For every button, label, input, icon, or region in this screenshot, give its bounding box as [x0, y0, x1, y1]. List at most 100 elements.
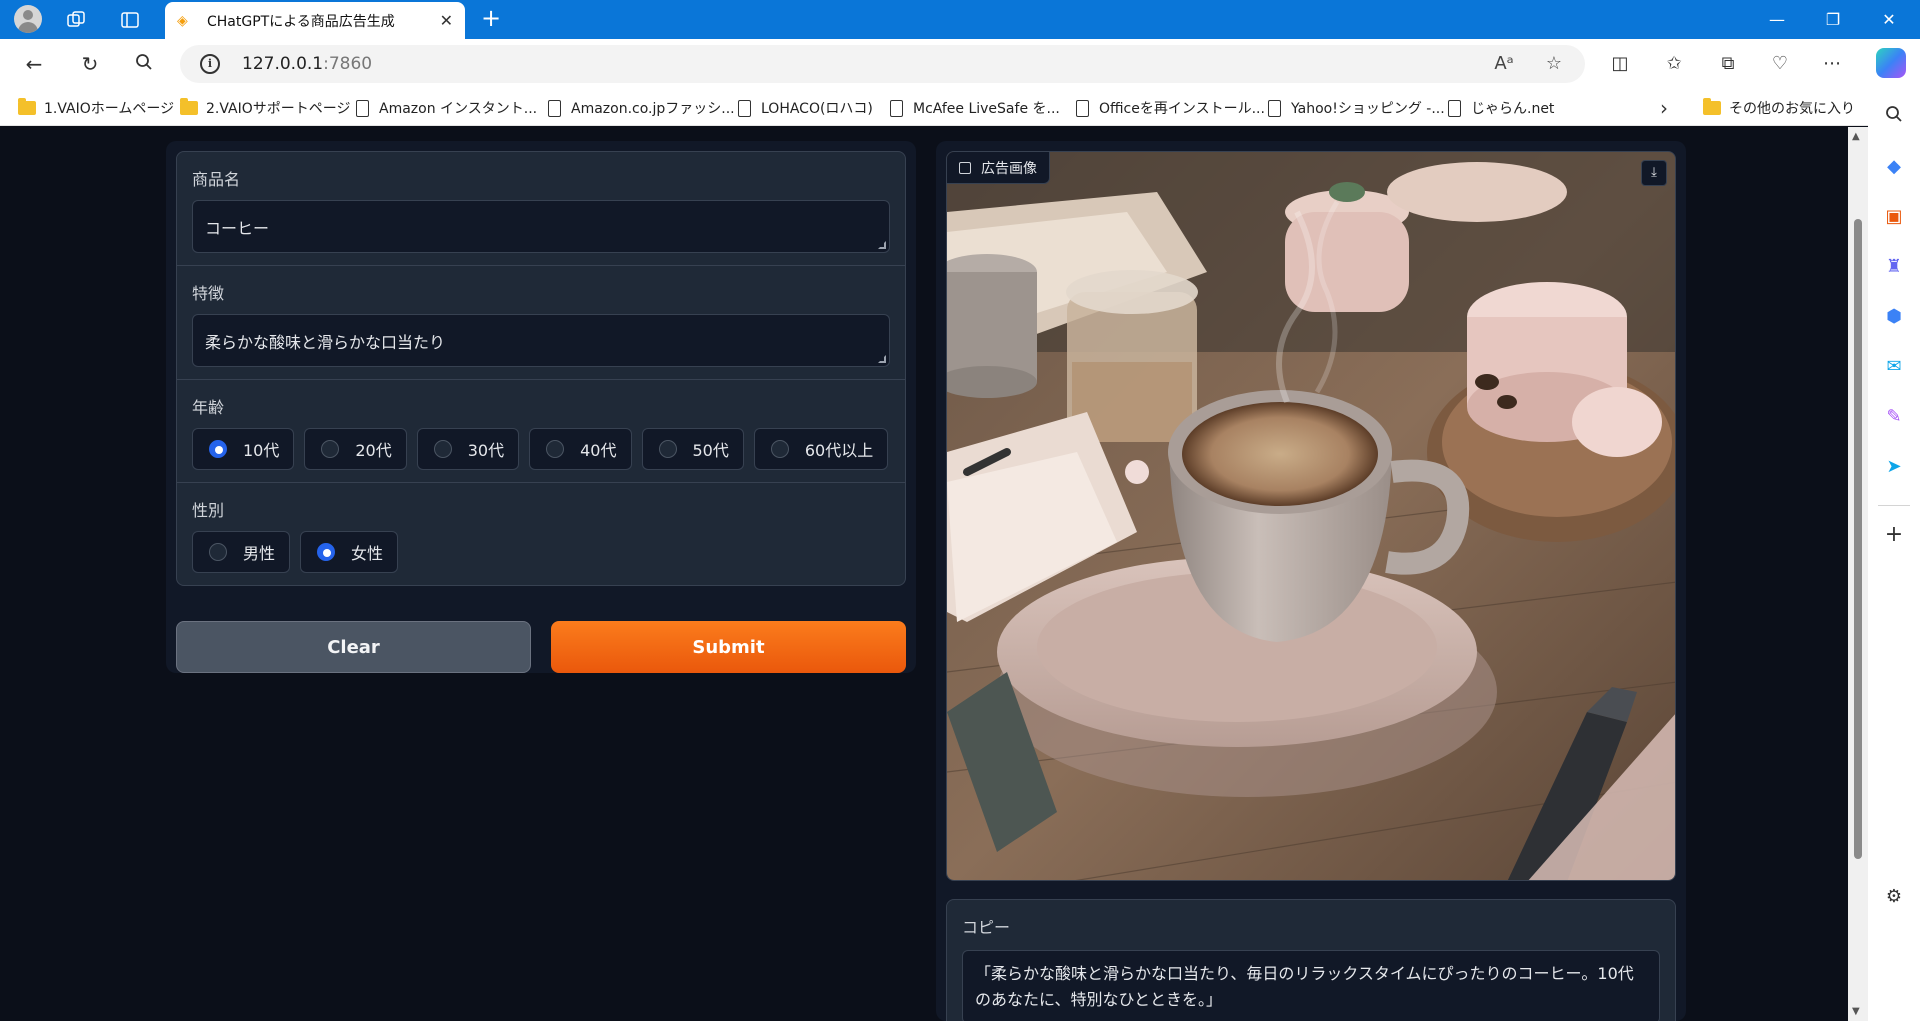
settings-more-icon[interactable]: ⋯ — [1818, 50, 1846, 78]
input-column: 商品名 コーヒー 特徴 柔らかな酸味と滑らかな口当たり 年齢 10代 20代 30代… — [166, 141, 916, 673]
submit-button[interactable]: Submit — [551, 621, 906, 673]
age-radio-option[interactable]: 40代 — [529, 428, 632, 470]
features-block: 特徴 柔らかな酸味と滑らかな口当たり — [177, 266, 905, 380]
bookmark-label: Amazon インスタント... — [379, 101, 538, 117]
bookmark-label: Officeを再インストール... — [1099, 101, 1265, 117]
ad-image-panel: 広告画像 ⤓ — [946, 151, 1676, 881]
shopping-tag-icon[interactable]: ◆ — [1882, 155, 1906, 179]
product-name-block: 商品名 コーヒー — [177, 152, 905, 266]
browser-essentials-icon[interactable]: ♡ — [1766, 50, 1794, 78]
favorites-icon[interactable]: ✩ — [1660, 50, 1688, 78]
product-name-value: コーヒー — [205, 219, 270, 238]
sidebar-search-icon[interactable] — [1882, 105, 1906, 129]
tab-title: CHatGPTによる商品広告生成 — [207, 13, 395, 30]
tab-close-icon[interactable]: ✕ — [440, 11, 453, 30]
tools-icon[interactable]: ▣ — [1882, 205, 1906, 229]
resize-handle-icon[interactable] — [878, 355, 886, 363]
bookmark-label: その他のお気に入り — [1729, 101, 1855, 117]
folder-icon — [1703, 98, 1721, 115]
collections-icon[interactable]: ⧉ — [1714, 50, 1742, 78]
window-close-icon[interactable]: ✕ — [1866, 6, 1912, 34]
bookmark-folder[interactable]: 1.VAIOホームページ — [18, 98, 174, 118]
age-radio-option[interactable]: 30代 — [416, 428, 520, 470]
resize-handle-icon[interactable] — [878, 241, 886, 249]
add-sidebar-app-icon[interactable]: + — [1882, 523, 1906, 547]
bookmarks-bar: 1.VAIOホームページ 2.VAIOサポートページ Amazon インスタント… — [0, 89, 1920, 126]
radio-circle-icon — [321, 440, 340, 458]
folder-icon — [180, 98, 198, 115]
tab-favicon-icon: ◈ — [177, 12, 188, 29]
new-tab-icon[interactable]: + — [478, 6, 504, 32]
restore-icon[interactable]: ❐ — [1810, 6, 1856, 34]
bookmark-label: Amazon.co.jpファッシ... — [571, 101, 735, 117]
refresh-icon[interactable]: ↻ — [76, 50, 104, 78]
browser-tab-active[interactable]: ◈ CHatGPTによる商品広告生成 ✕ — [165, 2, 465, 39]
bookmark-item[interactable]: Officeを再インストール... — [1076, 98, 1265, 118]
bookmark-label: 2.VAIOサポートページ — [206, 101, 351, 117]
profile-avatar-icon[interactable] — [14, 5, 42, 33]
bookmark-folder[interactable]: 2.VAIOサポートページ — [180, 98, 350, 118]
bookmark-item[interactable]: McAfee LiveSafe を... — [890, 98, 1060, 118]
copy-panel: コピー 「柔らかな酸味と滑らかな口当たり、毎日のリラックスタイムにぴったりのコー… — [946, 899, 1676, 1021]
radio-circle-icon — [546, 440, 565, 458]
scroll-up-icon[interactable]: ▲ — [1852, 131, 1860, 142]
copy-output-text[interactable]: 「柔らかな酸味と滑らかな口当たり、毎日のリラックスタイムにぴったりのコーヒー。1… — [962, 950, 1660, 1021]
scroll-down-icon[interactable]: ▼ — [1852, 1006, 1860, 1017]
workspaces-icon[interactable] — [64, 8, 88, 32]
age-block: 年齢 10代 20代 30代 40代 50代 60代以上 — [177, 380, 905, 483]
gender-radio-option[interactable]: 男性 — [192, 531, 291, 573]
radio-circle-icon — [433, 440, 452, 458]
download-icon[interactable]: ⤓ — [1641, 160, 1667, 186]
clear-button[interactable]: Clear — [176, 621, 531, 673]
output-column: 広告画像 ⤓ コピー 「柔らかな酸味と滑らかな口当たり、毎日のリラックスタイムに… — [936, 141, 1686, 1021]
bookmark-label: じゃらん.net — [1471, 101, 1555, 117]
page-icon — [1076, 99, 1089, 117]
bookmark-item[interactable]: じゃらん.net — [1448, 98, 1554, 118]
vertical-tabs-icon[interactable] — [118, 8, 142, 32]
bookmark-item[interactable]: Yahoo!ショッピング -... — [1268, 98, 1445, 118]
bookmarks-overflow-chevron-icon[interactable]: › — [1660, 96, 1668, 120]
age-option-label: 30代 — [467, 441, 505, 460]
age-label: 年齢 — [192, 398, 225, 417]
gender-radio-group: 男性 女性 — [192, 531, 890, 573]
site-info-icon[interactable]: i — [200, 54, 220, 74]
age-radio-option[interactable]: 10代 — [192, 428, 295, 470]
address-bar[interactable]: i 127.0.0.1:7860 Aᵃ ☆ — [180, 45, 1585, 83]
bookmark-label: McAfee LiveSafe を... — [913, 101, 1060, 117]
scrollbar-thumb[interactable] — [1854, 219, 1862, 859]
favorite-star-icon[interactable]: ☆ — [1543, 53, 1565, 75]
age-radio-option[interactable]: 50代 — [641, 428, 744, 470]
bookmark-label: 1.VAIOホームページ — [44, 101, 175, 117]
microsoft-365-icon[interactable]: ⬢ — [1882, 305, 1906, 329]
read-aloud-icon[interactable]: Aᵃ — [1493, 53, 1515, 75]
bookmark-item[interactable]: Amazon インスタント... — [356, 98, 537, 118]
gender-radio-option[interactable]: 女性 — [300, 531, 399, 573]
other-favorites-folder[interactable]: その他のお気に入り — [1703, 98, 1855, 118]
page-icon — [548, 99, 561, 117]
age-radio-option[interactable]: 20代 — [304, 428, 407, 470]
product-name-input[interactable]: コーヒー — [192, 200, 890, 253]
sidebar-settings-gear-icon[interactable]: ⚙ — [1882, 885, 1906, 909]
gender-option-label: 男性 — [243, 544, 276, 563]
product-name-label: 商品名 — [192, 170, 241, 189]
games-icon[interactable]: ♜ — [1882, 255, 1906, 279]
features-input[interactable]: 柔らかな酸味と滑らかな口当たり — [192, 314, 890, 367]
age-option-label: 10代 — [243, 441, 280, 460]
search-icon[interactable] — [130, 50, 158, 78]
browser-toolbar: ← ↻ i 127.0.0.1:7860 Aᵃ ☆ ◫ ✩ ⧉ ♡ ⋯ — [0, 39, 1920, 89]
radio-circle-icon — [317, 543, 336, 561]
minimize-icon[interactable]: — — [1754, 6, 1800, 34]
page-icon — [890, 99, 903, 117]
designer-icon[interactable]: ✎ — [1882, 405, 1906, 429]
age-option-label: 60代以上 — [804, 441, 874, 460]
bookmark-item[interactable]: LOHACO(ロハコ) — [738, 98, 873, 118]
drop-send-icon[interactable]: ➤ — [1882, 455, 1906, 479]
page-scrollbar[interactable]: ▲ ▼ — [1848, 127, 1868, 1021]
age-radio-option[interactable]: 60代以上 — [753, 428, 889, 470]
outlook-icon[interactable]: ✉ — [1882, 355, 1906, 379]
bookmark-item[interactable]: Amazon.co.jpファッシ... — [548, 98, 735, 118]
back-icon[interactable]: ← — [20, 50, 48, 78]
copilot-icon[interactable] — [1876, 48, 1906, 78]
bookmark-label: Yahoo!ショッピング -... — [1291, 101, 1445, 117]
split-screen-icon[interactable]: ◫ — [1606, 50, 1634, 78]
